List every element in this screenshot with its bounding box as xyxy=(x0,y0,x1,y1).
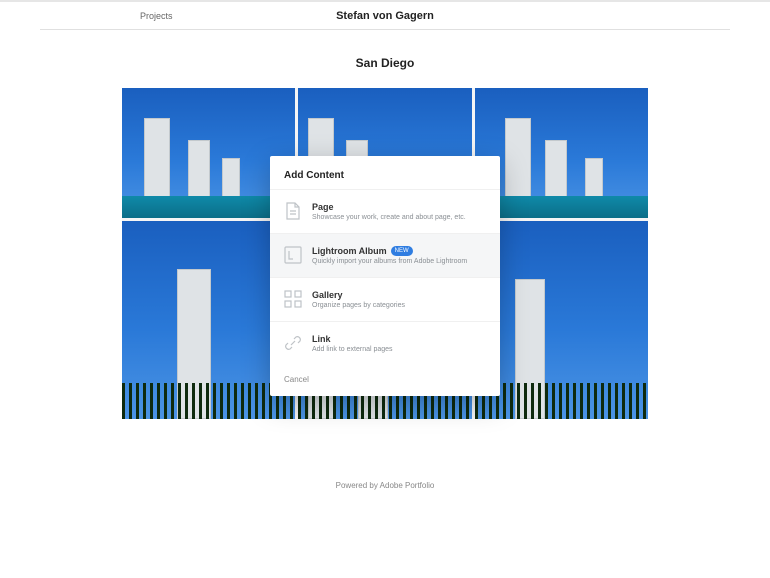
option-title: Page xyxy=(312,202,334,212)
page-title: San Diego xyxy=(0,56,770,70)
option-gallery[interactable]: Gallery Organize pages by categories xyxy=(270,277,500,321)
option-desc: Quickly import your albums from Adobe Li… xyxy=(312,258,467,265)
site-title: Stefan von Gagern xyxy=(336,10,434,22)
option-desc: Add link to external pages xyxy=(312,346,393,353)
link-icon xyxy=(284,334,302,352)
site-header: Projects Stefan von Gagern xyxy=(40,2,730,30)
cancel-button[interactable]: Cancel xyxy=(270,365,500,384)
lightroom-icon xyxy=(284,246,302,264)
gallery-icon xyxy=(284,290,302,308)
footer-text: Powered by Adobe Portfolio xyxy=(0,481,770,490)
gallery-thumb[interactable] xyxy=(475,221,648,419)
new-badge: NEW xyxy=(391,246,413,256)
option-title: Lightroom Album xyxy=(312,246,387,256)
projects-link[interactable]: Projects xyxy=(140,11,173,21)
gallery-thumb[interactable] xyxy=(475,88,648,218)
add-content-modal: Add Content Page Showcase your work, cre… xyxy=(270,156,500,396)
modal-heading: Add Content xyxy=(270,170,500,189)
option-link[interactable]: Link Add link to external pages xyxy=(270,321,500,365)
option-page[interactable]: Page Showcase your work, create and abou… xyxy=(270,189,500,233)
option-title: Link xyxy=(312,334,331,344)
option-title: Gallery xyxy=(312,290,343,300)
page-icon xyxy=(284,202,302,220)
option-desc: Showcase your work, create and about pag… xyxy=(312,214,466,221)
option-lightroom-album[interactable]: Lightroom Album NEW Quickly import your … xyxy=(270,233,500,277)
option-desc: Organize pages by categories xyxy=(312,302,405,309)
